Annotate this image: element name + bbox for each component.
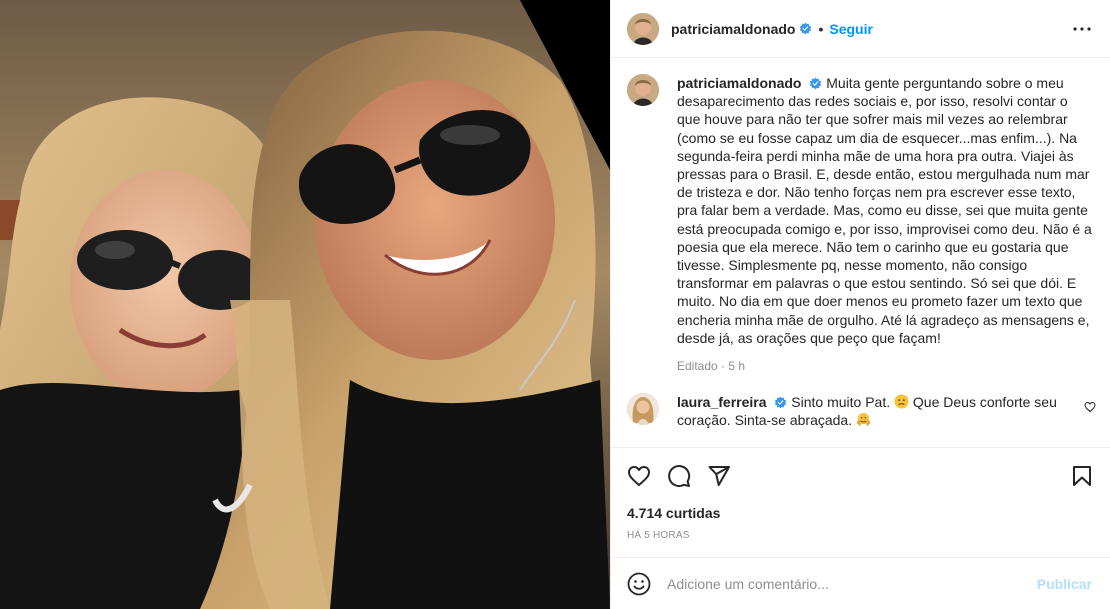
caption-author-avatar[interactable]: [627, 74, 659, 106]
likes-count[interactable]: 4.714 curtidas: [611, 503, 1110, 523]
avatar-image: [627, 74, 659, 106]
comment-body: laura_ferreira Sinto muito Pat. Que Deus…: [677, 393, 1072, 429]
comment-text-part1: Sinto muito Pat.: [791, 394, 895, 411]
verified-badge-icon: [810, 77, 822, 90]
comment-icon[interactable]: [667, 464, 691, 488]
heart-icon[interactable]: [627, 464, 651, 488]
post-side-panel: patriciamaldonado • Seguir patriciamaldo…: [610, 0, 1110, 609]
comment-username[interactable]: laura_ferreira: [677, 394, 767, 410]
add-comment-bar: Publicar: [611, 557, 1110, 609]
caption-text: Muita gente perguntando sobre o meu desa…: [677, 75, 1092, 346]
verified-badge-icon: [775, 396, 787, 409]
post-timestamp[interactable]: HÁ 5 HORAS: [611, 529, 1110, 543]
comments-area[interactable]: patriciamaldonado Muita gente perguntand…: [611, 58, 1110, 447]
caption-body: patriciamaldonado Muita gente perguntand…: [677, 74, 1092, 375]
sad-face-emoji-icon: [894, 394, 909, 409]
post-photo[interactable]: [0, 0, 610, 609]
author-username[interactable]: patriciamaldonado: [671, 21, 795, 37]
commenter-avatar[interactable]: [627, 393, 659, 426]
more-options-icon[interactable]: [1070, 17, 1094, 41]
instagram-post-modal: patriciamaldonado • Seguir patriciamaldo…: [0, 0, 1110, 609]
avatar-image: [627, 12, 659, 45]
avatar-image: [627, 393, 659, 426]
post-header: patriciamaldonado • Seguir: [611, 0, 1110, 58]
publish-button[interactable]: Publicar: [1037, 576, 1092, 592]
bookmark-icon[interactable]: [1070, 464, 1094, 488]
post-image: [0, 0, 610, 609]
comment-like-heart-icon[interactable]: [1084, 401, 1096, 413]
comment-item: laura_ferreira Sinto muito Pat. Que Deus…: [627, 393, 1096, 429]
send-icon[interactable]: [707, 464, 731, 488]
comment-input[interactable]: [667, 575, 1037, 592]
hugging-face-emoji-icon: [856, 413, 871, 427]
caption-username[interactable]: patriciamaldonado: [677, 75, 801, 91]
separator-dot: •: [818, 20, 824, 37]
caption-meta: Editado · 5 h: [677, 359, 746, 374]
post-caption: patriciamaldonado Muita gente perguntand…: [627, 74, 1094, 375]
smile-icon[interactable]: [627, 572, 651, 596]
author-avatar[interactable]: [627, 12, 659, 45]
post-actions: [611, 447, 1110, 503]
verified-badge-icon: [800, 22, 812, 35]
follow-button[interactable]: Seguir: [829, 21, 873, 37]
